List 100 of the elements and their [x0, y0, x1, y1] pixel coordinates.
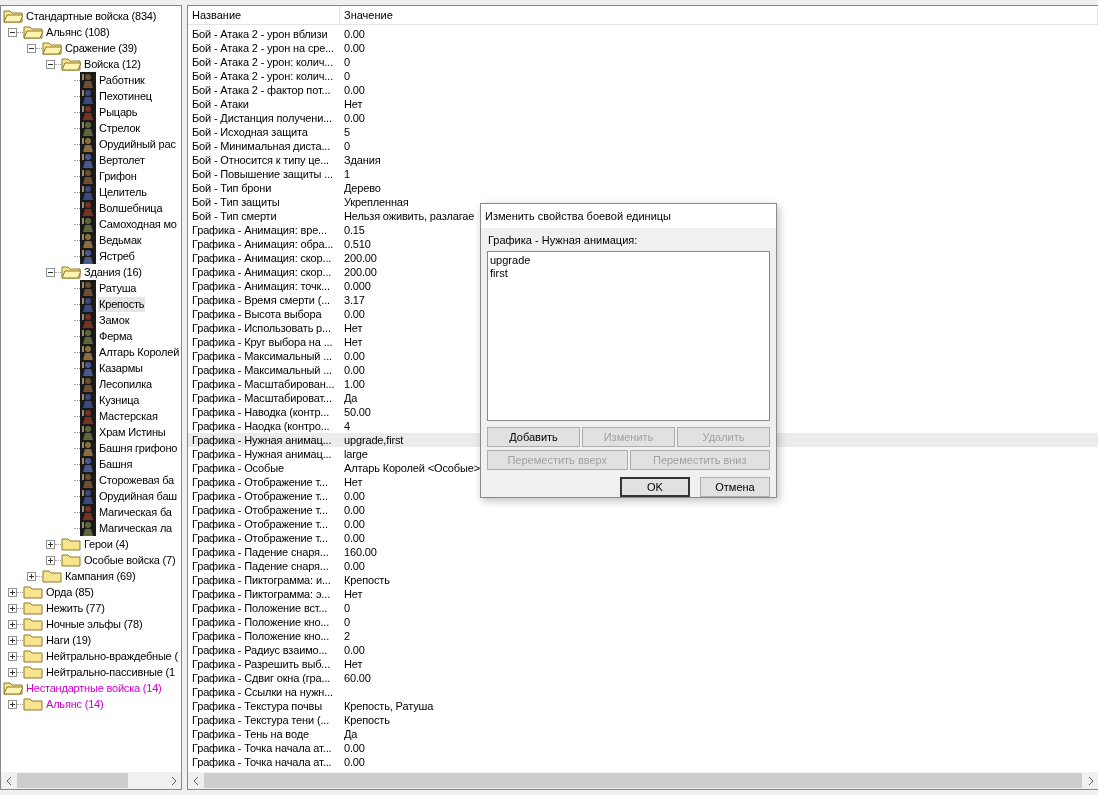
tree-item[interactable]: Казармы — [98, 360, 144, 376]
tree-item[interactable]: Самоходная мо — [98, 216, 178, 232]
table-cell-text: Дерево — [343, 181, 381, 195]
tree-item[interactable]: Нестандартные войска (14) — [25, 680, 163, 696]
table-cell-text: Бой - Атака 2 - урон: колич... — [191, 55, 335, 69]
figure-icon — [80, 232, 96, 248]
table-cell-text: Графика - Падение снаря... — [191, 545, 330, 559]
table-cell-text: Графика - Время смерти (... — [191, 293, 331, 307]
table-cell-text: Бой - Минимальная диста... — [191, 139, 332, 153]
tree-item[interactable]: Башня — [98, 456, 134, 472]
table-cell-text: Бой - Атаки — [191, 97, 250, 111]
expander-toggle[interactable] — [46, 59, 55, 69]
expander-toggle[interactable] — [46, 267, 55, 277]
tree-item[interactable]: Работник — [98, 72, 146, 88]
figure-icon — [80, 296, 96, 312]
table-cell-text: Графика - Положение кно... — [191, 629, 331, 643]
tree-item[interactable]: Пехотинец — [98, 88, 153, 104]
dialog-button[interactable]: OK — [620, 477, 690, 497]
scroll-right-icon[interactable] — [170, 776, 176, 785]
tree-item[interactable]: Альянс (14) — [45, 696, 105, 712]
table-cell-text: Графика - Отображение т... — [191, 475, 329, 489]
expander-toggle[interactable] — [8, 651, 17, 661]
tree-item[interactable]: Магическая ба — [98, 504, 173, 520]
tree-item[interactable]: Замок — [98, 312, 131, 328]
tree-item[interactable]: Герои (4) — [83, 536, 130, 552]
expander-toggle[interactable] — [27, 43, 36, 53]
tree-item[interactable]: Алтарь Королей — [98, 344, 181, 360]
expander-toggle[interactable] — [46, 555, 55, 565]
figure-icon — [80, 504, 96, 520]
tree-item[interactable]: Орда (85) — [45, 584, 95, 600]
tree-item[interactable]: Ферма — [98, 328, 134, 344]
tree-item[interactable]: Кампания (69) — [64, 568, 137, 584]
tree-item[interactable]: Лесопилка — [98, 376, 153, 392]
tree-item[interactable]: Храм Истины — [98, 424, 167, 440]
tree-item[interactable]: Особые войска (7) — [83, 552, 177, 568]
dialog-button[interactable]: Отмена — [700, 477, 770, 497]
table-cell-text: Нет — [343, 587, 363, 601]
table-cell-text: 0.15 — [343, 223, 365, 237]
tree-item[interactable]: Ратуша — [98, 280, 138, 296]
tree-item[interactable]: Сторожевая ба — [98, 472, 175, 488]
tree-item[interactable]: Нейтрально-враждебные ( — [45, 648, 179, 664]
tree-item[interactable]: Мастерская — [98, 408, 159, 424]
expander-toggle[interactable] — [8, 635, 17, 645]
table-cell-text: large — [343, 447, 368, 461]
table-cell-text: Графика - Точка начала ат... — [191, 741, 333, 755]
scroll-left-icon[interactable] — [193, 776, 199, 785]
tree-item[interactable]: Ястреб — [98, 248, 136, 264]
horizontal-scrollbar[interactable] — [1, 772, 181, 789]
tree-item[interactable]: Волшебница — [98, 200, 164, 216]
tree-item[interactable]: Грифон — [98, 168, 138, 184]
list-item[interactable]: upgrade — [490, 254, 767, 267]
tree-item[interactable]: Орудийный рас — [98, 136, 177, 152]
tree-item[interactable]: Крепость — [98, 296, 146, 312]
table-cell-text: Графика - Текстура тени (... — [191, 713, 331, 727]
scroll-right-icon[interactable] — [1087, 776, 1093, 785]
tree-item[interactable]: Войска (12) — [83, 56, 142, 72]
table-cell-text: Графика - Максимальный ... — [191, 363, 333, 377]
expander-toggle[interactable] — [46, 539, 55, 549]
figure-icon — [80, 104, 96, 120]
figure-icon — [80, 408, 96, 424]
figure-icon — [80, 184, 96, 200]
expander-toggle[interactable] — [8, 27, 17, 37]
table-cell-text: Графика - Положение кно... — [191, 615, 331, 629]
tree-item[interactable]: Стандартные войска (834) — [25, 8, 158, 24]
column-header[interactable]: Значение — [340, 6, 1098, 24]
table-cell-text: Графика - Максимальный ... — [191, 349, 333, 363]
table-cell-text: 0.00 — [343, 349, 365, 363]
table-cell-text: 0.00 — [343, 503, 365, 517]
table-cell-text: 50.00 — [343, 405, 371, 419]
tree-item[interactable]: Ночные эльфы (78) — [45, 616, 144, 632]
tree-item[interactable]: Здания (16) — [83, 264, 143, 280]
expander-toggle[interactable] — [8, 667, 17, 677]
expander-toggle[interactable] — [8, 699, 17, 709]
figure-icon — [80, 344, 96, 360]
column-header[interactable]: Название — [188, 6, 340, 24]
list-item[interactable]: first — [490, 267, 767, 280]
tree-item[interactable]: Нейтрально-пассивные (1 — [45, 664, 176, 680]
list-box[interactable]: upgrade first — [487, 251, 770, 421]
scroll-left-icon[interactable] — [6, 776, 12, 785]
tree-item[interactable]: Наги (19) — [45, 632, 93, 648]
tree-item[interactable]: Орудийная баш — [98, 488, 178, 504]
tree-item[interactable]: Башня грифоно — [98, 440, 179, 456]
tree-item[interactable]: Альянс (108) — [45, 24, 111, 40]
tree-item[interactable]: Ведьмак — [98, 232, 143, 248]
horizontal-scrollbar[interactable] — [188, 772, 1098, 789]
expander-toggle[interactable] — [8, 603, 17, 613]
tree-item[interactable]: Рыцарь — [98, 104, 139, 120]
figure-icon — [80, 328, 96, 344]
dialog-button[interactable]: Добавить — [487, 427, 580, 447]
tree-item[interactable]: Магическая ла — [98, 520, 174, 536]
tree-item[interactable]: Стрелок — [98, 120, 141, 136]
expander-toggle[interactable] — [27, 571, 36, 581]
table-cell-text: Графика - Круг выбора на ... — [191, 335, 334, 349]
tree-item[interactable]: Целитель — [98, 184, 148, 200]
tree-item[interactable]: Вертолет — [98, 152, 146, 168]
expander-toggle[interactable] — [8, 619, 17, 629]
tree-item[interactable]: Сражение (39) — [64, 40, 138, 56]
tree-item[interactable]: Кузница — [98, 392, 141, 408]
expander-toggle[interactable] — [8, 587, 17, 597]
tree-item[interactable]: Нежить (77) — [45, 600, 106, 616]
